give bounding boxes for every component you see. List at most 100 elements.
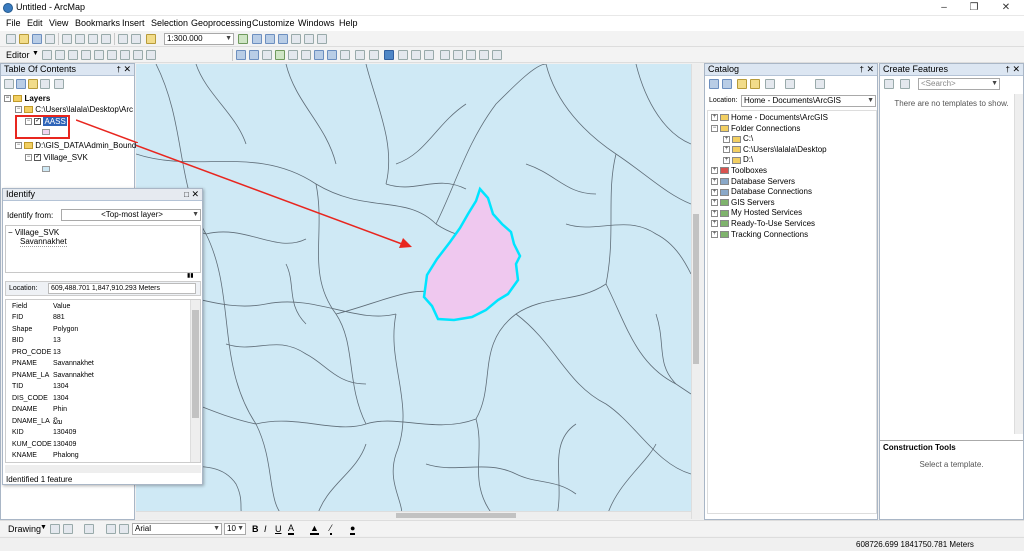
menu-bookmarks[interactable]: Bookmarks bbox=[75, 18, 120, 28]
tree-feature-node[interactable]: Savannakhet bbox=[20, 237, 67, 247]
cut-icon[interactable] bbox=[62, 34, 72, 44]
connect-folder-icon[interactable] bbox=[765, 79, 775, 89]
list-by-selection-icon[interactable] bbox=[40, 79, 50, 89]
drawing-menu[interactable]: Drawing bbox=[8, 524, 41, 534]
collapse-icon[interactable]: − bbox=[25, 154, 32, 162]
attribute-row[interactable]: BID 13 bbox=[12, 337, 61, 344]
text-icon[interactable] bbox=[106, 524, 116, 534]
editor-dropdown-icon[interactable]: ▼ bbox=[32, 50, 39, 57]
catalog-item[interactable]: + C:\Users\lalala\Desktop bbox=[723, 145, 827, 154]
expand-icon[interactable]: + bbox=[711, 230, 718, 238]
catalog-item[interactable]: + Ready-To-Use Services bbox=[711, 219, 815, 228]
rotate-icon[interactable] bbox=[107, 50, 117, 60]
expand-icon[interactable]: + bbox=[711, 167, 718, 175]
expand-icon[interactable]: + bbox=[711, 220, 718, 228]
filter-icon[interactable] bbox=[900, 79, 910, 89]
go-forward-icon[interactable] bbox=[327, 50, 337, 60]
html-popup-icon[interactable] bbox=[411, 50, 421, 60]
scroll-thumb[interactable] bbox=[396, 513, 516, 518]
menu-selection[interactable]: Selection bbox=[151, 18, 188, 28]
undo-icon[interactable] bbox=[118, 34, 128, 44]
sketch-properties-icon[interactable] bbox=[133, 50, 143, 60]
underline-icon[interactable]: U bbox=[275, 524, 282, 534]
layer-name-village[interactable]: Village_SVK bbox=[43, 153, 87, 162]
trace-icon[interactable] bbox=[81, 50, 91, 60]
catalog-location-dropdown[interactable]: Home - Documents\ArcGIS ▼ bbox=[741, 95, 876, 107]
fill-color-icon[interactable]: ▲ bbox=[310, 523, 319, 535]
expand-icon[interactable]: + bbox=[711, 199, 718, 207]
toc-layer-village[interactable]: − ✓ Village_SVK bbox=[25, 153, 88, 162]
village-symbol-swatch[interactable] bbox=[42, 166, 50, 172]
pin-icon[interactable]: † bbox=[860, 64, 864, 75]
back-icon[interactable] bbox=[709, 79, 719, 89]
edit-tool-icon[interactable] bbox=[42, 50, 52, 60]
attribute-row[interactable]: KNAME Phalong bbox=[12, 452, 79, 459]
font-size-dropdown[interactable]: 10 ▼ bbox=[224, 523, 246, 535]
create-features-icon[interactable] bbox=[146, 50, 156, 60]
attribute-row[interactable]: Shape Polygon bbox=[12, 326, 78, 333]
close-icon[interactable]: ✕ bbox=[1012, 64, 1020, 75]
marker-color-icon[interactable]: ● bbox=[350, 523, 356, 535]
pan-icon[interactable] bbox=[262, 50, 272, 60]
catalog-item[interactable]: + My Hosted Services bbox=[711, 208, 802, 217]
find-route-icon[interactable] bbox=[453, 50, 463, 60]
attribute-row[interactable]: PNAME_LA Savannakhet bbox=[12, 372, 94, 379]
add-data-icon[interactable] bbox=[146, 34, 156, 44]
toggle-contents-icon[interactable] bbox=[815, 79, 825, 89]
catalog-item[interactable]: + Database Servers bbox=[711, 177, 795, 186]
select-features-icon[interactable] bbox=[340, 50, 350, 60]
viewer-window-icon[interactable] bbox=[492, 50, 502, 60]
go-back-icon[interactable] bbox=[314, 50, 324, 60]
catalog-item[interactable]: + Tracking Connections bbox=[711, 230, 808, 239]
attribute-row[interactable]: DNAME Phin bbox=[12, 406, 67, 413]
bold-icon[interactable]: B bbox=[252, 524, 259, 534]
print-icon[interactable] bbox=[45, 34, 55, 44]
options-icon[interactable] bbox=[54, 79, 64, 89]
attributes-icon[interactable] bbox=[120, 50, 130, 60]
attribute-row[interactable]: KID 130409 bbox=[12, 429, 76, 436]
select-elements-icon[interactable] bbox=[50, 524, 60, 534]
expand-icon[interactable]: + bbox=[711, 177, 718, 185]
views-icon[interactable] bbox=[785, 79, 795, 89]
menu-windows[interactable]: Windows bbox=[298, 18, 335, 28]
collapse-icon[interactable]: − bbox=[4, 95, 11, 103]
minimize-button[interactable]: – bbox=[930, 0, 958, 16]
model-builder-icon[interactable] bbox=[317, 34, 327, 44]
menu-edit[interactable]: Edit bbox=[27, 18, 43, 28]
list-by-source-icon[interactable] bbox=[16, 79, 26, 89]
close-icon[interactable]: ✕ bbox=[123, 64, 131, 75]
catalog-item[interactable]: + D:\ bbox=[723, 155, 753, 164]
identify-from-dropdown[interactable]: <Top-most layer> ▼ bbox=[61, 209, 201, 221]
expand-icon[interactable]: + bbox=[723, 135, 730, 143]
attribute-row[interactable]: DNAME_LA ພິນ bbox=[12, 418, 62, 426]
grid-scrollbar[interactable] bbox=[190, 300, 200, 462]
font-color-icon[interactable]: A bbox=[288, 523, 295, 535]
template-search-input[interactable]: <Search> ▼ bbox=[918, 78, 1000, 90]
drawing-dropdown-icon[interactable]: ▼ bbox=[40, 524, 47, 531]
home-icon[interactable] bbox=[750, 79, 760, 89]
list-by-drawing-order-icon[interactable] bbox=[4, 79, 14, 89]
close-button[interactable]: ✕ bbox=[992, 0, 1020, 16]
map-vertical-scrollbar[interactable] bbox=[691, 64, 700, 519]
rectangle-icon[interactable] bbox=[84, 524, 94, 534]
selected-village-polygon[interactable] bbox=[422, 186, 522, 322]
line-color-icon[interactable]: ⁄ bbox=[330, 523, 332, 535]
menu-file[interactable]: File bbox=[6, 18, 21, 28]
collapse-icon[interactable]: − bbox=[711, 124, 718, 132]
pin-icon[interactable]: † bbox=[1006, 64, 1010, 75]
attribute-row[interactable]: TID 1304 bbox=[12, 383, 69, 390]
search-window-icon[interactable] bbox=[278, 34, 288, 44]
editor-toolbar-icon[interactable] bbox=[238, 34, 248, 44]
collapse-icon[interactable]: − bbox=[15, 106, 22, 114]
maximize-button[interactable]: ❐ bbox=[960, 0, 988, 16]
menu-geoprocessing[interactable]: Geoprocessing bbox=[191, 18, 252, 28]
expand-icon[interactable]: + bbox=[723, 146, 730, 154]
expand-icon[interactable]: + bbox=[711, 114, 718, 122]
map-view[interactable] bbox=[136, 64, 691, 519]
table-of-contents-icon[interactable] bbox=[252, 34, 262, 44]
straight-segment-icon[interactable] bbox=[68, 50, 78, 60]
attribute-row[interactable]: PRO_CODE 13 bbox=[12, 349, 61, 356]
hyperlink-icon[interactable] bbox=[398, 50, 408, 60]
collapse-icon[interactable]: − bbox=[15, 142, 22, 150]
attribute-row[interactable]: KUM_CODE 130409 bbox=[12, 441, 76, 448]
